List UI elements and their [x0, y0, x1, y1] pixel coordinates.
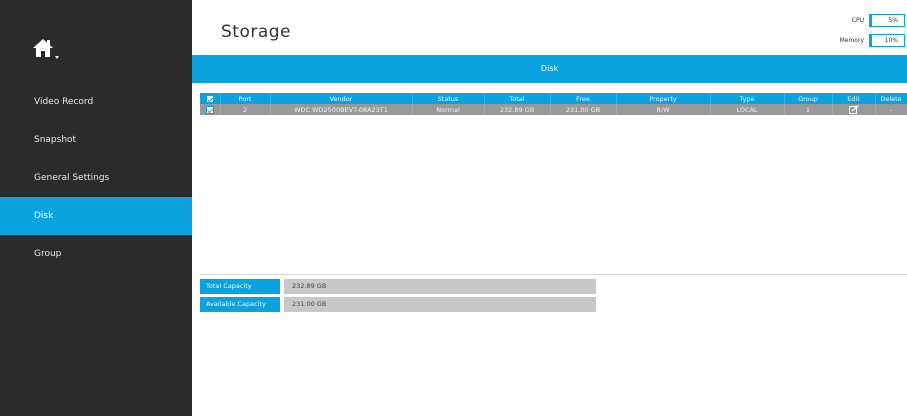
select-all-cell[interactable]	[200, 93, 221, 104]
sidebar-item-disk[interactable]: Disk	[0, 197, 192, 235]
sidebar: Video Record Snapshot General Settings D…	[0, 0, 192, 416]
cell-status: Normal	[412, 104, 485, 115]
column-header-port: Port	[220, 93, 271, 104]
available-capacity-value: 231.00 GB	[284, 297, 596, 312]
cell-group: 1	[784, 104, 833, 115]
disk-table-container: Port Vendor Status Total Free Property T…	[200, 93, 907, 275]
memory-meter: 10%	[869, 34, 905, 47]
table-header-row: Port Vendor Status Total Free Property T…	[200, 93, 907, 104]
sidebar-item-general-settings[interactable]: General Settings	[0, 159, 192, 197]
home-icon[interactable]	[32, 38, 62, 60]
cell-vendor: WDC WD2500BEVT-08A23T1	[270, 104, 413, 115]
row-checkbox[interactable]	[205, 105, 214, 114]
available-capacity-label: Available Capacity	[200, 297, 280, 312]
cell-property: R/W	[616, 104, 711, 115]
sidebar-item-snapshot[interactable]: Snapshot	[0, 121, 192, 159]
column-header-free: Free	[550, 93, 617, 104]
page-title: Storage	[221, 22, 292, 42]
column-header-edit: Edit	[832, 93, 876, 104]
cell-type: LOCAL	[710, 104, 785, 115]
table-row[interactable]: 2 WDC WD2500BEVT-08A23T1 Normal 232.89 G…	[200, 104, 907, 115]
cpu-label: CPU	[851, 17, 864, 24]
column-header-total: Total	[484, 93, 551, 104]
column-header-type: Type	[710, 93, 785, 104]
cell-free: 231.00 GB	[550, 104, 617, 115]
column-header-property: Property	[616, 93, 711, 104]
total-capacity-value: 232.89 GB	[284, 279, 596, 294]
column-header-status: Status	[412, 93, 485, 104]
edit-icon[interactable]	[848, 105, 859, 114]
sidebar-item-video-record[interactable]: Video Record	[0, 83, 192, 121]
select-all-checkbox[interactable]	[205, 94, 214, 103]
total-capacity-label: Total Capacity	[200, 279, 280, 294]
memory-label: Memory	[839, 37, 864, 44]
column-header-delete: Delete	[875, 93, 907, 104]
column-header-vendor: Vendor	[270, 93, 413, 104]
cell-total: 232.89 GB	[484, 104, 551, 115]
cell-port: 2	[220, 104, 271, 115]
disk-bar-label: Disk	[540, 64, 559, 73]
cpu-meter: 5%	[869, 14, 905, 27]
cell-delete[interactable]: -	[875, 104, 907, 115]
row-select-cell[interactable]	[200, 104, 221, 115]
disk-table: Port Vendor Status Total Free Property T…	[200, 93, 907, 115]
disk-tab-bar: Disk	[192, 55, 907, 83]
sidebar-item-group[interactable]: Group	[0, 235, 192, 273]
cell-edit[interactable]	[832, 104, 876, 115]
column-header-group: Group	[784, 93, 833, 104]
